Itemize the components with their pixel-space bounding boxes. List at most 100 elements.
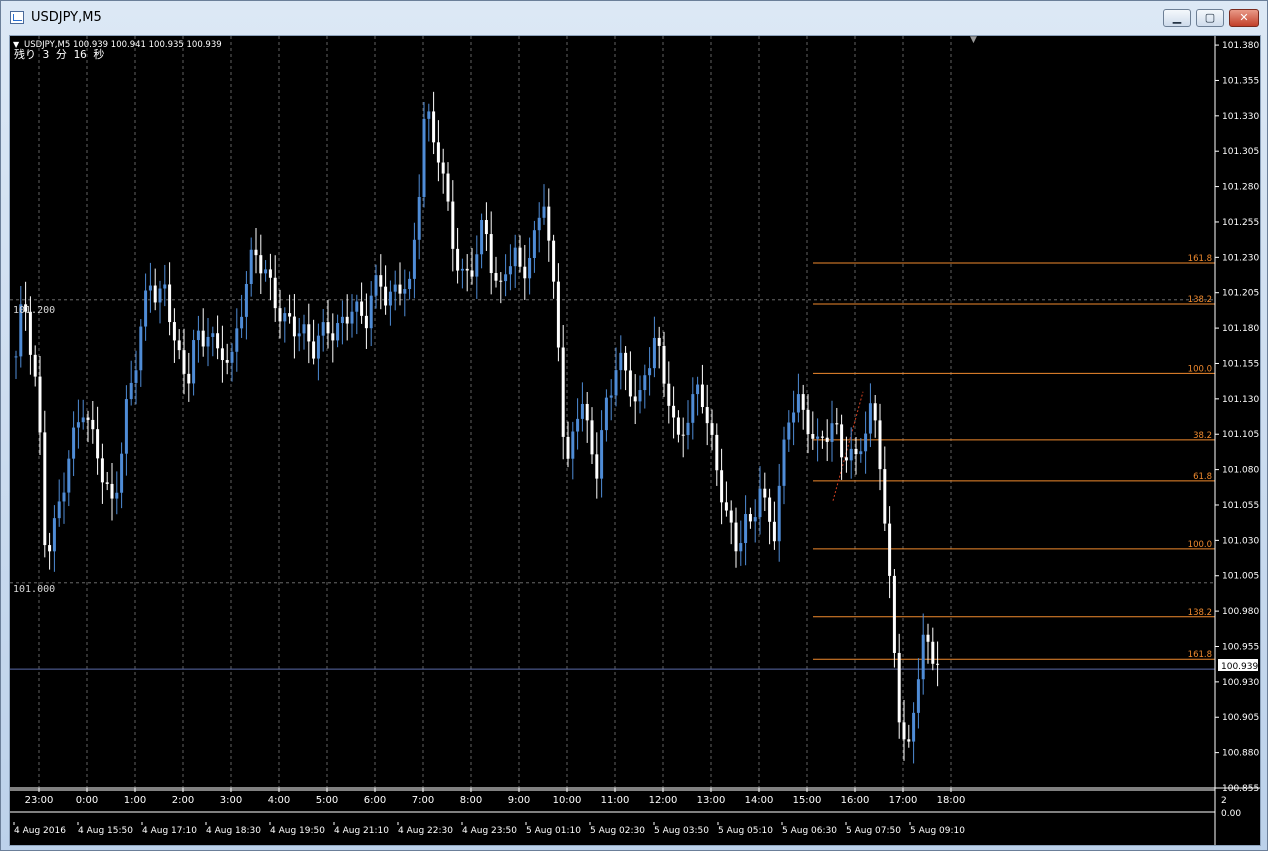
candle-body — [297, 333, 301, 337]
candle-body — [868, 403, 872, 434]
price-tick-label: 101.355 — [1222, 76, 1259, 86]
candle-body — [465, 268, 469, 271]
candle-body — [432, 111, 436, 143]
hour-label: 23:00 — [25, 795, 54, 806]
fibo-level-label: 138.2 — [1188, 608, 1212, 618]
candle-body — [638, 390, 642, 402]
candle-body — [782, 439, 786, 486]
candle-body — [902, 722, 906, 740]
hour-label: 17:00 — [889, 795, 918, 806]
candle-body — [499, 280, 503, 282]
candle-body — [556, 281, 560, 348]
date-label: 4 Aug 17:10 — [142, 826, 197, 836]
maximize-button[interactable]: ▢ — [1196, 9, 1224, 27]
candle-body — [715, 434, 719, 471]
candle-body — [873, 403, 877, 421]
title-bar[interactable]: USDJPY,M5 ▁ ▢ ✕ — [1, 1, 1267, 35]
price-tick-label: 101.155 — [1222, 359, 1259, 369]
candle-body — [691, 394, 695, 423]
candle-body — [312, 341, 316, 359]
candle-body — [859, 451, 863, 455]
candle-body — [494, 273, 498, 281]
date-label: 5 Aug 01:10 — [526, 826, 581, 836]
candle-body — [888, 523, 892, 576]
subwindow-scale-bottom: 0.00 — [1221, 809, 1241, 819]
candle-body — [748, 514, 752, 522]
candle-body — [580, 403, 584, 419]
price-tick-label: 101.030 — [1222, 536, 1259, 546]
candle-body — [532, 230, 536, 258]
hour-label: 6:00 — [364, 795, 386, 806]
candle-body — [571, 431, 575, 459]
candle-body — [676, 417, 680, 435]
fibo-level-label: 161.8 — [1188, 650, 1212, 660]
candle-body — [72, 427, 76, 459]
price-chart[interactable]: 161.8 138.2 100.0 38.2 61.8 100.0 138.2 161.8 1… — [10, 36, 1260, 845]
candle-body — [561, 347, 565, 437]
hour-label: 7:00 — [412, 795, 434, 806]
minimize-button[interactable]: ▁ — [1163, 9, 1191, 27]
price-tick-label: 101.380 — [1222, 41, 1259, 51]
hour-label: 10:00 — [553, 795, 582, 806]
fibo-trend-line[interactable] — [832, 391, 864, 501]
candle-body — [110, 483, 114, 499]
date-label: 4 Aug 21:10 — [334, 826, 389, 836]
candle-body — [144, 290, 148, 327]
candle-body — [417, 196, 421, 240]
candle-body — [326, 322, 330, 334]
candle-body — [278, 308, 282, 322]
chart-area[interactable]: 161.8 138.2 100.0 38.2 61.8 100.0 138.2 161.8 1… — [9, 35, 1261, 846]
hour-label: 1:00 — [124, 795, 146, 806]
candle-body — [604, 397, 608, 431]
candle-body — [513, 247, 517, 267]
candle-body — [883, 469, 887, 524]
candle-body — [33, 354, 37, 377]
candle-body — [926, 634, 930, 642]
candle-body — [86, 417, 90, 420]
candle-body — [216, 333, 220, 349]
shift-marker-icon[interactable]: ▼ — [970, 36, 977, 45]
candle-body — [523, 266, 527, 279]
candle-body — [288, 313, 292, 317]
candle-body — [412, 239, 416, 279]
candle-body — [849, 448, 853, 461]
candle-body — [177, 340, 181, 351]
candle-body — [470, 270, 474, 277]
date-label: 5 Aug 05:10 — [718, 826, 773, 836]
candle-body — [643, 375, 647, 391]
candle-body — [700, 384, 704, 408]
candle-body — [624, 352, 628, 371]
price-tick-label: 100.980 — [1222, 607, 1259, 617]
candle-body — [609, 395, 613, 398]
candle-body — [595, 454, 599, 479]
candle-body — [451, 201, 455, 249]
close-button[interactable]: ✕ — [1229, 9, 1259, 27]
candle-body — [504, 274, 508, 282]
candle-body — [456, 248, 460, 271]
candle-body — [892, 575, 896, 653]
hour-label: 18:00 — [937, 795, 966, 806]
candle-body — [355, 301, 359, 312]
candle-body — [758, 488, 762, 518]
candle-body — [763, 488, 767, 498]
candle-body — [811, 433, 815, 439]
candle-body — [739, 543, 743, 552]
candle-body — [667, 383, 671, 406]
candle-body — [244, 283, 248, 317]
candle-body — [734, 522, 738, 552]
candle-body — [163, 284, 167, 289]
hour-label: 5:00 — [316, 795, 338, 806]
candle-body — [316, 335, 320, 359]
candle-body — [916, 679, 920, 713]
candle-body — [436, 142, 440, 163]
window-title: USDJPY,M5 — [31, 10, 102, 25]
candle-body — [249, 249, 253, 284]
candle-body — [585, 403, 589, 421]
candle-body — [652, 337, 656, 369]
candle-body — [796, 394, 800, 413]
candle-body — [787, 422, 791, 440]
bar-countdown: 残り 3 分 16 秒 — [14, 47, 104, 61]
candle-body — [172, 322, 176, 341]
hour-label: 11:00 — [601, 795, 630, 806]
candle-body — [96, 429, 100, 459]
